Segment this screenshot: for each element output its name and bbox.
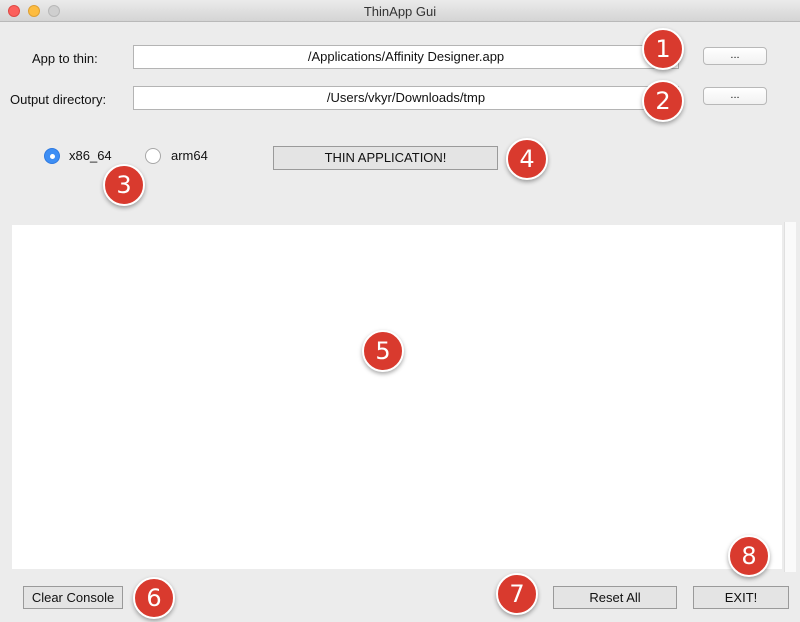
app-window: ThinApp Gui App to thin: /Applications/A…	[0, 0, 800, 622]
output-directory-label: Output directory:	[10, 92, 107, 107]
callout-badge-4: 4	[506, 138, 548, 180]
thin-application-button[interactable]: THIN APPLICATION!	[273, 146, 498, 170]
callout-badge-3: 3	[103, 164, 145, 206]
callout-badge-8: 8	[728, 535, 770, 577]
radio-x86-64[interactable]	[44, 148, 60, 164]
console-output[interactable]	[12, 225, 782, 569]
callout-badge-1: 1	[642, 28, 684, 70]
window-title: ThinApp Gui	[363, 4, 437, 19]
app-to-thin-label: App to thin:	[32, 51, 98, 66]
exit-button[interactable]: EXIT!	[693, 586, 789, 609]
callout-badge-2: 2	[642, 80, 684, 122]
app-to-thin-field[interactable]: /Applications/Affinity Designer.app	[133, 45, 679, 69]
app-browse-button[interactable]: ...	[703, 47, 767, 65]
title-bar[interactable]: ThinApp Gui	[0, 0, 800, 22]
radio-arm64-label[interactable]: arm64	[171, 148, 208, 163]
radio-x86-64-label[interactable]: x86_64	[69, 148, 112, 163]
output-directory-field[interactable]: /Users/vkyr/Downloads/tmp	[133, 86, 679, 110]
clear-console-button[interactable]: Clear Console	[23, 586, 123, 609]
reset-all-button[interactable]: Reset All	[553, 586, 677, 609]
output-browse-button[interactable]: ...	[703, 87, 767, 105]
console-scrollbar[interactable]	[784, 222, 796, 572]
radio-arm64[interactable]	[145, 148, 161, 164]
callout-badge-7: 7	[496, 573, 538, 615]
callout-badge-6: 6	[133, 577, 175, 619]
callout-badge-5: 5	[362, 330, 404, 372]
